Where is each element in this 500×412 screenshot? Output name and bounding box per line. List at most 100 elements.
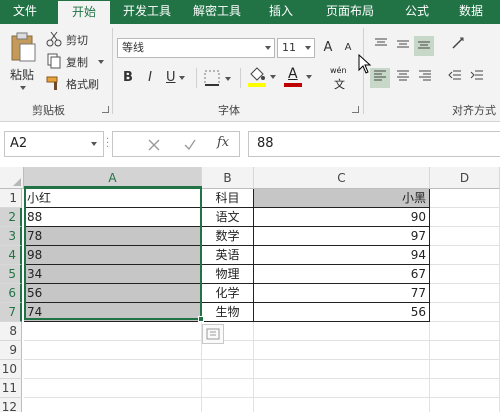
row-header[interactable]: 11 bbox=[0, 379, 22, 398]
align-right-button[interactable] bbox=[416, 68, 434, 88]
copy-button[interactable]: 复制 bbox=[46, 52, 106, 70]
cell-b2[interactable]: 语文 bbox=[202, 208, 254, 227]
row-header[interactable]: 4 bbox=[0, 246, 22, 265]
row-header[interactable]: 1 bbox=[0, 189, 22, 208]
quick-analysis-button[interactable] bbox=[202, 324, 224, 344]
fx-icon[interactable]: fx bbox=[217, 135, 229, 150]
row-header[interactable]: 3 bbox=[0, 227, 22, 246]
format-painter-button[interactable]: 格式刷 bbox=[46, 74, 106, 92]
cell-a11[interactable] bbox=[24, 379, 202, 398]
row-header[interactable]: 12 bbox=[0, 398, 22, 412]
cell-c11[interactable] bbox=[254, 379, 430, 398]
cell-c12[interactable] bbox=[254, 398, 430, 412]
clipboard-launcher-icon[interactable] bbox=[102, 106, 109, 113]
tab-home[interactable]: 开始 bbox=[58, 1, 110, 24]
cell-b1[interactable]: 科目 bbox=[202, 189, 254, 208]
bold-button[interactable]: B bbox=[120, 68, 136, 88]
phonetic-button[interactable]: wén 文 bbox=[326, 64, 354, 92]
cell-b4[interactable]: 英语 bbox=[202, 246, 254, 265]
cell-b11[interactable] bbox=[202, 379, 254, 398]
cell-d7[interactable] bbox=[430, 303, 500, 322]
cell-c7[interactable]: 56 bbox=[254, 303, 430, 322]
cell-a9[interactable] bbox=[24, 341, 202, 360]
align-middle-button[interactable] bbox=[394, 36, 412, 56]
cell-b6[interactable]: 化学 bbox=[202, 284, 254, 303]
cell-a3[interactable]: 78 bbox=[24, 227, 202, 246]
cell-c9[interactable] bbox=[254, 341, 430, 360]
align-bottom-button[interactable] bbox=[414, 36, 434, 56]
cell-c8[interactable] bbox=[254, 322, 430, 341]
cell-a7[interactable]: 74 bbox=[24, 303, 202, 322]
cell-d1[interactable] bbox=[430, 189, 500, 208]
row-header[interactable]: 10 bbox=[0, 360, 22, 379]
align-top-button[interactable] bbox=[372, 36, 390, 56]
cell-b10[interactable] bbox=[202, 360, 254, 379]
fill-color-button[interactable] bbox=[248, 66, 278, 90]
cell-a2[interactable]: 88 bbox=[24, 208, 202, 227]
fill-handle[interactable] bbox=[198, 316, 204, 322]
font-name-select[interactable]: 等线 bbox=[117, 38, 275, 58]
border-button[interactable] bbox=[203, 68, 233, 88]
cell-a1[interactable]: 小红 bbox=[24, 189, 202, 208]
cell-a8[interactable] bbox=[24, 322, 202, 341]
cell-b7[interactable]: 生物 bbox=[202, 303, 254, 322]
cell-c1[interactable]: 小黑 bbox=[254, 189, 430, 208]
cell-d9[interactable] bbox=[430, 341, 500, 360]
cell-b12[interactable] bbox=[202, 398, 254, 412]
tab-formulas[interactable]: 公式 bbox=[392, 0, 442, 24]
cell-d12[interactable] bbox=[430, 398, 500, 412]
row-header[interactable]: 5 bbox=[0, 265, 22, 284]
tab-file[interactable]: 文件 bbox=[0, 0, 50, 24]
column-header-d[interactable]: D bbox=[430, 167, 500, 189]
column-header-c[interactable]: C bbox=[254, 167, 430, 189]
cell-a12[interactable] bbox=[24, 398, 202, 412]
cell-a6[interactable]: 56 bbox=[24, 284, 202, 303]
formula-input[interactable]: 88 bbox=[248, 131, 500, 157]
tab-insert[interactable]: 插入 bbox=[256, 0, 306, 24]
increase-indent-button[interactable] bbox=[468, 68, 486, 88]
cell-d11[interactable] bbox=[430, 379, 500, 398]
tab-data[interactable]: 数据 bbox=[446, 0, 496, 24]
paste-button[interactable]: 粘贴 bbox=[4, 28, 42, 94]
cell-a10[interactable] bbox=[24, 360, 202, 379]
cell-c4[interactable]: 94 bbox=[254, 246, 430, 265]
cut-button[interactable]: 剪切 bbox=[46, 30, 102, 48]
cell-a5[interactable]: 34 bbox=[24, 265, 202, 284]
column-header-b[interactable]: B bbox=[202, 167, 254, 189]
cell-d5[interactable] bbox=[430, 265, 500, 284]
name-box[interactable]: A2 bbox=[4, 131, 104, 157]
column-header-a[interactable]: A bbox=[24, 167, 202, 189]
tab-decrypt[interactable]: 解密工具 bbox=[184, 0, 250, 24]
cancel-icon[interactable] bbox=[147, 138, 161, 152]
row-header[interactable]: 8 bbox=[0, 322, 22, 341]
row-header[interactable]: 7 bbox=[0, 303, 22, 322]
tab-developer[interactable]: 开发工具 bbox=[114, 0, 180, 24]
cell-c3[interactable]: 97 bbox=[254, 227, 430, 246]
row-header[interactable]: 2 bbox=[0, 208, 22, 227]
cell-c10[interactable] bbox=[254, 360, 430, 379]
orientation-button[interactable] bbox=[446, 36, 472, 56]
cell-b3[interactable]: 数学 bbox=[202, 227, 254, 246]
font-launcher-icon[interactable] bbox=[352, 106, 359, 113]
cell-a4[interactable]: 98 bbox=[24, 246, 202, 265]
italic-button[interactable]: I bbox=[142, 68, 158, 88]
check-icon[interactable] bbox=[183, 138, 197, 152]
cell-c5[interactable]: 67 bbox=[254, 265, 430, 284]
font-size-select[interactable]: 11 bbox=[277, 38, 315, 58]
cell-b5[interactable]: 物理 bbox=[202, 265, 254, 284]
align-left-button[interactable] bbox=[370, 68, 390, 88]
select-all-corner[interactable] bbox=[0, 167, 24, 189]
shrink-font-button[interactable]: A bbox=[340, 38, 356, 58]
cell-d8[interactable] bbox=[430, 322, 500, 341]
align-center-button[interactable] bbox=[394, 68, 412, 88]
tab-page-layout[interactable]: 页面布局 bbox=[312, 0, 388, 24]
cell-d4[interactable] bbox=[430, 246, 500, 265]
cell-c2[interactable]: 90 bbox=[254, 208, 430, 227]
cell-c6[interactable]: 77 bbox=[254, 284, 430, 303]
row-header[interactable]: 9 bbox=[0, 341, 22, 360]
cell-d10[interactable] bbox=[430, 360, 500, 379]
font-color-button[interactable]: A bbox=[284, 66, 314, 90]
cell-d2[interactable] bbox=[430, 208, 500, 227]
grow-font-button[interactable]: A bbox=[320, 38, 336, 58]
decrease-indent-button[interactable] bbox=[446, 68, 464, 88]
